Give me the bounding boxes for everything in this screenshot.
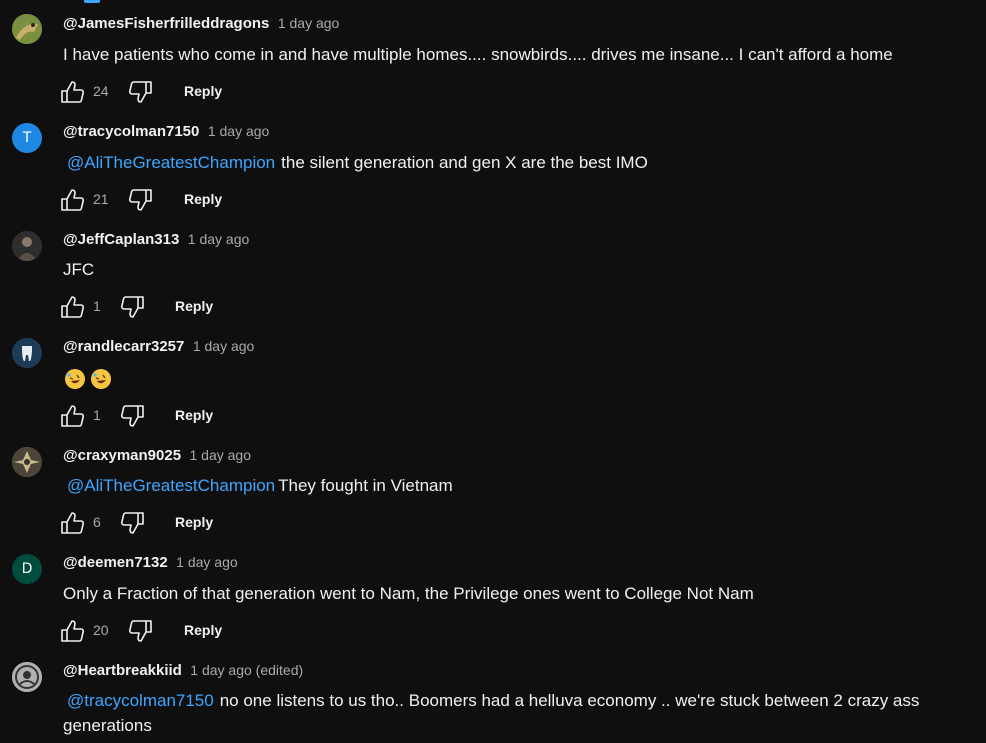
- thumbs-up-icon[interactable]: [60, 510, 86, 536]
- avatar[interactable]: D: [12, 554, 42, 584]
- thumbs-up-icon[interactable]: [60, 294, 86, 320]
- avatar[interactable]: [12, 447, 42, 477]
- comment-time[interactable]: 1 day ago: [176, 554, 238, 570]
- comment-header: @JeffCaplan313 1 day ago: [63, 231, 249, 249]
- reply-button[interactable]: Reply: [175, 514, 213, 530]
- thumbs-down-icon[interactable]: [127, 79, 153, 105]
- thumbs-up-icon[interactable]: [60, 618, 86, 644]
- reply-button[interactable]: Reply: [175, 407, 213, 423]
- author-name[interactable]: @randlecarr3257: [63, 338, 184, 355]
- comment-text: Only a Fraction of that generation went …: [63, 584, 754, 603]
- thumbs-up-icon[interactable]: [60, 79, 86, 105]
- avatar[interactable]: [12, 338, 42, 368]
- progress-sliver: [84, 0, 100, 3]
- thumbs-down-icon[interactable]: [127, 187, 153, 213]
- comment-time[interactable]: 1 day ago: [190, 447, 252, 463]
- author-name[interactable]: @tracycolman7150: [63, 123, 199, 140]
- thumbs-down-icon[interactable]: [119, 294, 145, 320]
- author-name[interactable]: @deemen7132: [63, 554, 168, 571]
- author-name[interactable]: @Heartbreakkiid: [63, 662, 182, 679]
- comment-header: @tracycolman7150 1 day ago: [63, 123, 269, 141]
- comment-time[interactable]: 1 day ago: [278, 15, 340, 31]
- author-name[interactable]: @JeffCaplan313: [63, 231, 179, 248]
- reply-button[interactable]: Reply: [184, 83, 222, 99]
- avatar[interactable]: T: [12, 123, 42, 153]
- comment-text: JFC: [63, 260, 95, 279]
- thumbs-down-icon[interactable]: [127, 618, 153, 644]
- comment-header: @deemen7132 1 day ago: [63, 554, 238, 572]
- like-count: 6: [93, 514, 101, 530]
- comment-text: @tracycolman7150 no one listens to us tho…: [63, 688, 963, 738]
- like-count: 21: [93, 191, 109, 207]
- comment-header: @Heartbreakkiid 1 day ago (edited): [63, 662, 303, 680]
- thumbs-up-icon[interactable]: [60, 187, 86, 213]
- like-count: 1: [93, 407, 101, 423]
- comment-time[interactable]: 1 day ago: [193, 338, 255, 354]
- reply-button[interactable]: Reply: [184, 622, 222, 638]
- reply-button[interactable]: Reply: [175, 298, 213, 314]
- mention-link[interactable]: @tracycolman7150: [67, 691, 214, 710]
- comment-header: @randlecarr3257 1 day ago: [63, 338, 254, 356]
- comment-header: @craxyman9025 1 day ago: [63, 447, 251, 465]
- comment-text: I have patients who come in and have mul…: [63, 45, 893, 64]
- emoji-group: [65, 368, 111, 389]
- comment-time[interactable]: 1 day ago: [188, 231, 250, 247]
- comment-text-content: the silent generation and gen X are the …: [281, 153, 648, 172]
- rofl-emoji-icon: [91, 368, 111, 389]
- mention-link[interactable]: @AliTheGreatestChampion: [67, 153, 275, 172]
- like-count: 20: [93, 622, 109, 638]
- avatar[interactable]: [12, 662, 42, 692]
- comment-text: @AliTheGreatestChampion They fought in Vi…: [63, 473, 963, 498]
- avatar[interactable]: [12, 14, 42, 44]
- author-name[interactable]: @JamesFisherfrilleddragons: [63, 15, 269, 32]
- comment-time[interactable]: 1 day ago (edited): [190, 662, 303, 678]
- author-name[interactable]: @craxyman9025: [63, 447, 181, 464]
- avatar[interactable]: [12, 231, 42, 261]
- rofl-emoji-icon: [65, 368, 85, 389]
- comment-header: @JamesFisherfrilleddragons 1 day ago: [63, 15, 339, 33]
- thumbs-up-icon[interactable]: [60, 403, 86, 429]
- comment-text-content: They fought in Vietnam: [278, 476, 453, 495]
- thumbs-down-icon[interactable]: [119, 403, 145, 429]
- comment-text: [63, 365, 963, 390]
- comment-time[interactable]: 1 day ago: [208, 123, 270, 139]
- thumbs-down-icon[interactable]: [119, 510, 145, 536]
- comment-text: @AliTheGreatestChampion the silent genera…: [63, 150, 963, 175]
- like-count: 24: [93, 83, 109, 99]
- like-count: 1: [93, 298, 101, 314]
- mention-link[interactable]: @AliTheGreatestChampion: [67, 476, 275, 495]
- reply-button[interactable]: Reply: [184, 191, 222, 207]
